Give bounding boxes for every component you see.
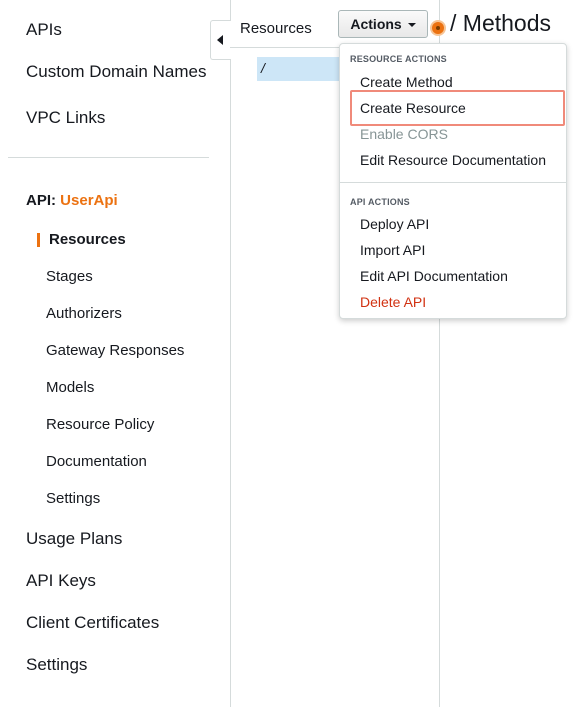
actions-dropdown-menu: RESOURCE ACTIONS Create Method Create Re… bbox=[339, 43, 567, 319]
caret-down-icon bbox=[407, 23, 416, 28]
active-indicator bbox=[37, 233, 40, 247]
nav-documentation[interactable]: Documentation bbox=[46, 453, 147, 470]
nav-vpc-links[interactable]: VPC Links bbox=[26, 108, 105, 128]
nav-resources[interactable]: Resources bbox=[49, 231, 126, 248]
nav-resource-policy[interactable]: Resource Policy bbox=[46, 416, 154, 433]
menu-create-resource[interactable]: Create Resource bbox=[360, 100, 466, 116]
menu-edit-api-documentation[interactable]: Edit API Documentation bbox=[360, 268, 508, 284]
nav-settings[interactable]: Settings bbox=[26, 655, 87, 675]
resource-actions-header: RESOURCE ACTIONS bbox=[350, 54, 447, 64]
menu-enable-cors[interactable]: Enable CORS bbox=[360, 126, 448, 142]
methods-title: / Methods bbox=[450, 10, 551, 36]
sidebar: APIs Custom Domain Names VPC Links API: … bbox=[0, 0, 231, 707]
menu-edit-resource-documentation[interactable]: Edit Resource Documentation bbox=[360, 152, 546, 168]
actions-button[interactable]: Actions bbox=[338, 10, 428, 38]
api-actions-header: API ACTIONS bbox=[350, 197, 410, 207]
nav-stages[interactable]: Stages bbox=[46, 268, 93, 285]
sidebar-divider bbox=[8, 157, 209, 158]
nav-api-keys[interactable]: API Keys bbox=[26, 571, 96, 591]
nav-gateway-responses[interactable]: Gateway Responses bbox=[46, 342, 184, 359]
nav-custom-domain-names[interactable]: Custom Domain Names bbox=[26, 62, 206, 82]
api-name[interactable]: UserApi bbox=[60, 192, 118, 209]
menu-separator bbox=[340, 182, 566, 183]
menu-create-method[interactable]: Create Method bbox=[360, 74, 453, 90]
nav-usage-plans[interactable]: Usage Plans bbox=[26, 529, 122, 549]
chevron-left-icon bbox=[217, 35, 223, 45]
collapse-sidebar-button[interactable] bbox=[210, 20, 231, 60]
api-prefix: API: bbox=[26, 192, 56, 209]
nav-models[interactable]: Models bbox=[46, 379, 94, 396]
loading-indicator-icon bbox=[432, 22, 444, 34]
menu-import-api[interactable]: Import API bbox=[360, 242, 425, 258]
menu-deploy-api[interactable]: Deploy API bbox=[360, 216, 429, 232]
resources-title: Resources bbox=[240, 20, 312, 37]
actions-label: Actions bbox=[350, 16, 402, 32]
resource-root-path: / bbox=[261, 60, 265, 76]
nav-client-certificates[interactable]: Client Certificates bbox=[26, 613, 159, 633]
nav-authorizers[interactable]: Authorizers bbox=[46, 305, 122, 322]
api-label: API: UserApi bbox=[26, 192, 118, 209]
nav-apis[interactable]: APIs bbox=[26, 20, 62, 40]
menu-delete-api[interactable]: Delete API bbox=[360, 294, 426, 310]
nav-api-settings[interactable]: Settings bbox=[46, 490, 100, 507]
